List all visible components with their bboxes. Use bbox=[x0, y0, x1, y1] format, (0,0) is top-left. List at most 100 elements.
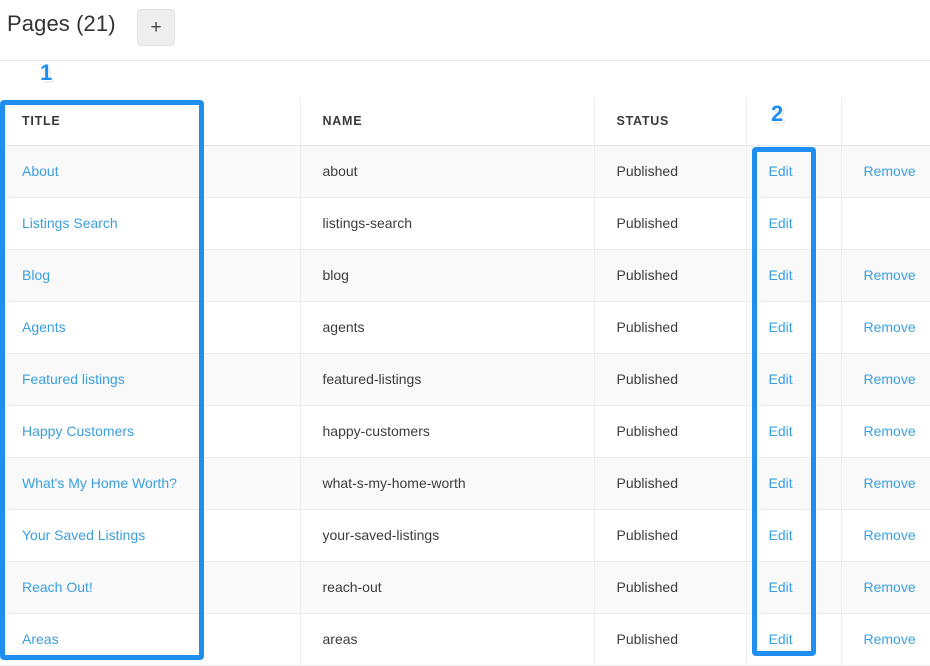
cell-name: blog bbox=[300, 249, 595, 302]
cell-status: Published bbox=[594, 145, 747, 198]
page-title-link[interactable]: Happy Customers bbox=[22, 423, 134, 439]
cell-status: Published bbox=[594, 353, 747, 406]
cell-title: About bbox=[0, 145, 301, 198]
remove-link[interactable]: Remove bbox=[864, 267, 916, 283]
remove-link[interactable]: Remove bbox=[864, 423, 916, 439]
page-title: Pages (21) bbox=[7, 11, 116, 36]
cell-name: your-saved-listings bbox=[300, 509, 595, 562]
cell-remove: Remove bbox=[841, 249, 930, 302]
cell-name: featured-listings bbox=[300, 353, 595, 406]
cell-name: about bbox=[300, 145, 595, 198]
cell-edit: Edit bbox=[746, 353, 842, 406]
table-row: About about Published Edit Remove bbox=[0, 145, 930, 198]
edit-link[interactable]: Edit bbox=[769, 267, 793, 283]
edit-link[interactable]: Edit bbox=[769, 527, 793, 543]
cell-remove: Remove bbox=[841, 457, 930, 510]
page-title-link[interactable]: Your Saved Listings bbox=[22, 527, 145, 543]
table-row: Agents agents Published Edit Remove bbox=[0, 301, 930, 354]
remove-link[interactable]: Remove bbox=[864, 371, 916, 387]
page-header: Pages (21) + bbox=[0, 0, 930, 61]
cell-remove: Remove bbox=[841, 509, 930, 562]
table-row: Happy Customers happy-customers Published E… bbox=[0, 405, 930, 458]
cell-remove: Remove bbox=[841, 301, 930, 354]
cell-remove: Remove bbox=[841, 405, 930, 458]
cell-remove: Remove bbox=[841, 353, 930, 406]
table-header: TITLE NAME STATUS bbox=[0, 98, 930, 146]
page-title-link[interactable]: About bbox=[22, 163, 59, 179]
cell-name: agents bbox=[300, 301, 595, 354]
cell-name: reach-out bbox=[300, 561, 595, 614]
page-title-link[interactable]: Agents bbox=[22, 319, 66, 335]
cell-edit: Edit bbox=[746, 457, 842, 510]
edit-link[interactable]: Edit bbox=[769, 631, 793, 647]
edit-link[interactable]: Edit bbox=[769, 579, 793, 595]
remove-link[interactable]: Remove bbox=[864, 319, 916, 335]
cell-title: Reach Out! bbox=[0, 561, 301, 614]
table-row: Areas areas Published Edit Remove bbox=[0, 613, 930, 666]
edit-link[interactable]: Edit bbox=[769, 319, 793, 335]
edit-link[interactable]: Edit bbox=[769, 215, 793, 231]
cell-name: happy-customers bbox=[300, 405, 595, 458]
cell-remove: Remove bbox=[841, 613, 930, 666]
column-header-edit bbox=[746, 98, 842, 146]
cell-edit: Edit bbox=[746, 405, 842, 458]
page-title-link[interactable]: Featured listings bbox=[22, 371, 125, 387]
cell-name: listings-search bbox=[300, 197, 595, 250]
cell-edit: Edit bbox=[746, 249, 842, 302]
table-header-row: TITLE NAME STATUS bbox=[0, 98, 930, 146]
cell-name: what-s-my-home-worth bbox=[300, 457, 595, 510]
cell-status: Published bbox=[594, 249, 747, 302]
cell-status: Published bbox=[594, 613, 747, 666]
page-title-link[interactable]: Blog bbox=[22, 267, 50, 283]
cell-remove: Remove bbox=[841, 561, 930, 614]
edit-link[interactable]: Edit bbox=[769, 475, 793, 491]
cell-edit: Edit bbox=[746, 509, 842, 562]
cell-remove bbox=[841, 197, 930, 250]
annotation-marker-1: 1 bbox=[40, 60, 53, 85]
cell-title: Blog bbox=[0, 249, 301, 302]
cell-status: Published bbox=[594, 457, 747, 510]
cell-title: Listings Search bbox=[0, 197, 301, 250]
cell-edit: Edit bbox=[746, 301, 842, 354]
table-row: Featured listings featured-listings Publis… bbox=[0, 353, 930, 406]
table-row: Your Saved Listings your-saved-listings Pu… bbox=[0, 509, 930, 562]
column-header-remove bbox=[841, 98, 930, 146]
remove-link[interactable]: Remove bbox=[864, 579, 916, 595]
cell-title: Agents bbox=[0, 301, 301, 354]
page-title-link[interactable]: Listings Search bbox=[22, 215, 118, 231]
cell-title: Happy Customers bbox=[0, 405, 301, 458]
cell-edit: Edit bbox=[746, 197, 842, 250]
page-title-link[interactable]: What's My Home Worth? bbox=[22, 475, 177, 491]
cell-remove: Remove bbox=[841, 145, 930, 198]
remove-link[interactable]: Remove bbox=[864, 527, 916, 543]
edit-link[interactable]: Edit bbox=[769, 423, 793, 439]
table-row: What's My Home Worth? what-s-my-home-wort… bbox=[0, 457, 930, 510]
cell-status: Published bbox=[594, 509, 747, 562]
cell-status: Published bbox=[594, 197, 747, 250]
cell-edit: Edit bbox=[746, 613, 842, 666]
cell-status: Published bbox=[594, 301, 747, 354]
edit-link[interactable]: Edit bbox=[769, 371, 793, 387]
plus-icon: + bbox=[150, 16, 162, 38]
page-title-link[interactable]: Areas bbox=[22, 631, 59, 647]
cell-title: What's My Home Worth? bbox=[0, 457, 301, 510]
column-header-title: TITLE bbox=[0, 98, 301, 146]
page-title-link[interactable]: Reach Out! bbox=[22, 579, 93, 595]
remove-link[interactable]: Remove bbox=[864, 631, 916, 647]
cell-name: areas bbox=[300, 613, 595, 666]
cell-title: Featured listings bbox=[0, 353, 301, 406]
cell-title: Your Saved Listings bbox=[0, 509, 301, 562]
column-header-status: STATUS bbox=[594, 98, 747, 146]
cell-status: Published bbox=[594, 405, 747, 458]
cell-edit: Edit bbox=[746, 145, 842, 198]
table-row: Listings Search listings-search Published E… bbox=[0, 197, 930, 250]
table-row: Reach Out! reach-out Published Edit Remove bbox=[0, 561, 930, 614]
remove-link[interactable]: Remove bbox=[864, 475, 916, 491]
cell-title: Areas bbox=[0, 613, 301, 666]
edit-link[interactable]: Edit bbox=[769, 163, 793, 179]
remove-link[interactable]: Remove bbox=[864, 163, 916, 179]
add-page-button[interactable]: + bbox=[137, 9, 175, 46]
column-header-name: NAME bbox=[300, 98, 595, 146]
cell-status: Published bbox=[594, 561, 747, 614]
cell-edit: Edit bbox=[746, 561, 842, 614]
